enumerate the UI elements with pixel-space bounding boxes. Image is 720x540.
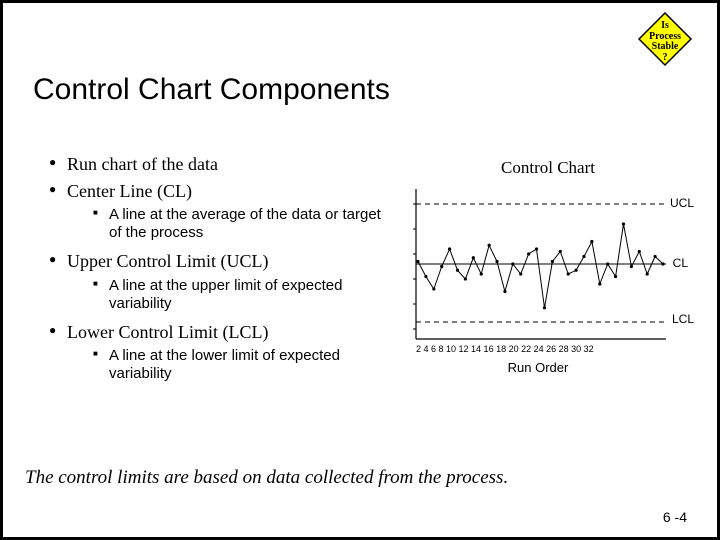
ucl-label: UCL [670, 196, 694, 210]
page-title: Control Chart Components [33, 73, 390, 107]
badge-line2: Process [649, 31, 681, 42]
bullet-lcl: Lower Control Limit (LCL) A line at the … [49, 321, 383, 384]
cl-label: CL [673, 256, 688, 270]
x-ticks: 2 4 6 8 10 12 14 16 18 20 22 24 26 28 30… [416, 344, 668, 354]
chart-plot: UCL CL LCL 2 4 6 8 10 12 14 16 18 20 22 … [408, 184, 668, 344]
badge-line3: Stable [652, 41, 679, 52]
bullet-content: Run chart of the data Center Line (CL) A… [43, 153, 383, 391]
bullet-lcl-label: Lower Control Limit (LCL) [67, 322, 268, 342]
sub-ucl: A line at the upper limit of expected va… [93, 277, 383, 313]
chart-title: Control Chart [408, 158, 688, 178]
badge-line1: Is [661, 20, 669, 31]
footnote: The control limits are based on data col… [25, 467, 695, 489]
bullet-ucl-label: Upper Control Limit (UCL) [67, 251, 268, 271]
stability-badge: Is Process Stable ? [637, 11, 693, 67]
page-number: 6 -4 [663, 509, 687, 525]
bullet-cl-label: Center Line (CL) [67, 181, 192, 201]
bullet-run-chart: Run chart of the data [49, 153, 383, 176]
chart-svg [408, 184, 668, 344]
sub-lcl: A line at the lower limit of expected va… [93, 347, 383, 383]
lcl-label: LCL [672, 312, 694, 326]
bullet-ucl: Upper Control Limit (UCL) A line at the … [49, 250, 383, 313]
bullet-center-line: Center Line (CL) A line at the average o… [49, 180, 383, 243]
control-chart: Control Chart UCL CL LCL 2 4 6 8 10 12 1… [408, 158, 688, 344]
badge-line4: ? [663, 52, 668, 63]
x-label: Run Order [408, 360, 668, 375]
sub-cl: A line at the average of the data or tar… [93, 206, 383, 242]
